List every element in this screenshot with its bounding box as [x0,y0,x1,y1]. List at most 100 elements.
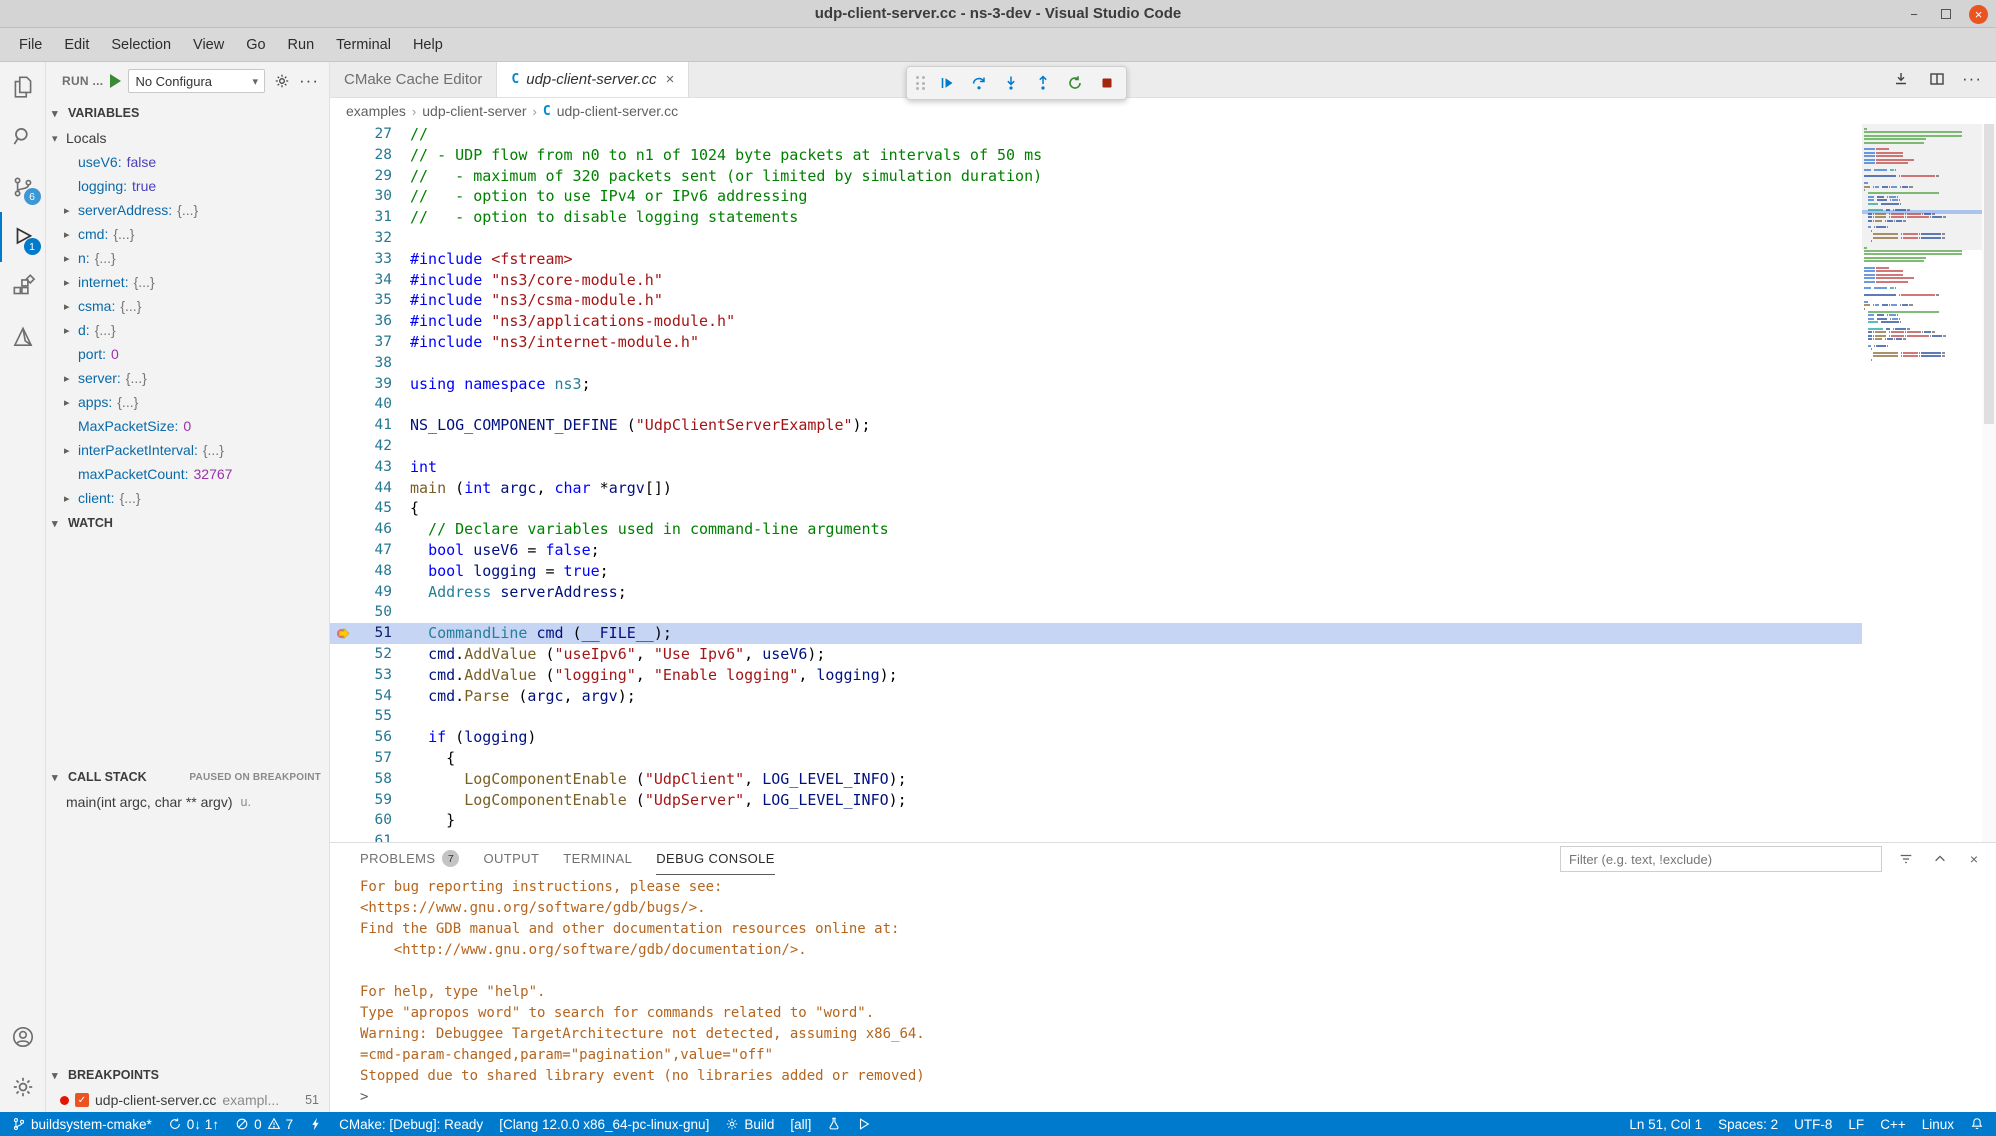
line-number[interactable]: 48 [356,561,392,582]
tab-terminal[interactable]: TERMINAL [563,843,632,875]
cursor-position-item[interactable]: Ln 51, Col 1 [1621,1112,1710,1136]
code-line-52[interactable]: 52 cmd.AddValue ("useIpv6", "Use Ipv6", … [330,644,1862,665]
line-number[interactable]: 53 [356,665,392,686]
glyph-margin[interactable] [330,394,356,415]
code-line-39[interactable]: 39using namespace ns3; [330,374,1862,395]
minimap[interactable] [1862,124,1982,842]
call-stack-section-header[interactable]: ▾ CALL STACK PAUSED ON BREAKPOINT [46,764,329,790]
bolt-item[interactable] [301,1112,331,1136]
line-number[interactable]: 32 [356,228,392,249]
code-line-56[interactable]: 56 if (logging) [330,727,1862,748]
glyph-margin[interactable] [330,644,356,665]
line-number[interactable]: 59 [356,790,392,811]
variable-row[interactable]: ▸n:{...} [46,246,329,270]
code-line-47[interactable]: 47 bool useV6 = false; [330,540,1862,561]
code-line-53[interactable]: 53 cmd.AddValue ("logging", "Enable logg… [330,665,1862,686]
variable-row[interactable]: logging:true [46,174,329,198]
glyph-margin[interactable] [330,769,356,790]
glyph-margin[interactable] [330,332,356,353]
problems-item[interactable]: 0 7 [227,1112,301,1136]
line-number[interactable]: 45 [356,498,392,519]
code-line-41[interactable]: 41NS_LOG_COMPONENT_DEFINE ("UdpClientSer… [330,415,1862,436]
code-line-37[interactable]: 37#include "ns3/internet-module.h" [330,332,1862,353]
menu-go[interactable]: Go [235,28,276,61]
line-number[interactable]: 46 [356,519,392,540]
step-over-button[interactable] [964,69,994,97]
sync-item[interactable]: 0↓ 1↑ [160,1112,227,1136]
line-number[interactable]: 57 [356,748,392,769]
menu-file[interactable]: File [8,28,53,61]
restart-button[interactable] [1060,69,1090,97]
line-number[interactable]: 42 [356,436,392,457]
debug-config-dropdown[interactable]: No Configura ▾ [128,69,265,93]
code-line-51[interactable]: 51 CommandLine cmd (__FILE__); [330,623,1862,644]
glyph-margin[interactable] [330,270,356,291]
maximize-button[interactable] [1937,5,1955,23]
filter-icon[interactable] [1896,849,1916,869]
line-number[interactable]: 49 [356,582,392,603]
variable-row[interactable]: ▸internet:{...} [46,270,329,294]
glyph-margin[interactable] [330,748,356,769]
code-line-60[interactable]: 60 } [330,810,1862,831]
variable-row[interactable]: ▸cmd:{...} [46,222,329,246]
variable-row[interactable]: maxPacketCount:32767 [46,462,329,486]
code-line-58[interactable]: 58 LogComponentEnable ("UdpClient", LOG_… [330,769,1862,790]
menu-edit[interactable]: Edit [53,28,100,61]
glyph-margin[interactable] [330,706,356,727]
code-lines[interactable]: 27//28// - UDP flow from n0 to n1 of 102… [330,124,1862,842]
build-item[interactable]: Build [717,1112,782,1136]
breadcrumb-udp-client-server[interactable]: udp-client-server [422,103,526,119]
code-line-50[interactable]: 50 [330,602,1862,623]
glyph-margin[interactable] [330,166,356,187]
code-line-61[interactable]: 61 [330,831,1862,842]
tab-cmake-cache-editor[interactable]: CMake Cache Editor [330,62,497,97]
code-line-55[interactable]: 55 [330,706,1862,727]
variable-row[interactable]: ▸server:{...} [46,366,329,390]
glyph-margin[interactable] [330,582,356,603]
line-number[interactable]: 27 [356,124,392,145]
code-line-59[interactable]: 59 LogComponentEnable ("UdpServer", LOG_… [330,790,1862,811]
breadcrumb-file[interactable]: udp-client-server.cc [557,103,678,119]
debug-gear-icon[interactable] [272,71,292,91]
split-editor-icon[interactable] [1926,68,1948,90]
glyph-margin[interactable] [330,665,356,686]
glyph-margin[interactable] [330,810,356,831]
code-line-48[interactable]: 48 bool logging = true; [330,561,1862,582]
line-number[interactable]: 38 [356,353,392,374]
editor-scrollbar[interactable] [1982,124,1996,842]
stack-frame-row[interactable]: main(int argc, char ** argv) u. [46,790,329,814]
code-line-32[interactable]: 32 [330,228,1862,249]
variable-row[interactable]: useV6:false [46,150,329,174]
line-number[interactable]: 61 [356,831,392,842]
more-actions-icon[interactable]: ··· [299,71,319,91]
menu-run[interactable]: Run [277,28,326,61]
code-line-28[interactable]: 28// - UDP flow from n0 to n1 of 1024 by… [330,145,1862,166]
glyph-margin[interactable] [330,561,356,582]
code-line-34[interactable]: 34#include "ns3/core-module.h" [330,270,1862,291]
console-prompt[interactable]: > [360,1087,1996,1108]
activity-settings[interactable] [0,1062,46,1112]
glyph-margin[interactable] [330,686,356,707]
line-number[interactable]: 30 [356,186,392,207]
close-tab-icon[interactable]: × [666,71,675,88]
activity-run-debug[interactable]: 1 [0,212,46,262]
tab-output[interactable]: OUTPUT [483,843,539,875]
code-line-43[interactable]: 43int [330,457,1862,478]
activity-source-control[interactable]: 6 [0,162,46,212]
glyph-margin[interactable] [330,374,356,395]
line-number[interactable]: 28 [356,145,392,166]
breakpoint-row[interactable]: ✓ udp-client-server.cc exampl... 51 [46,1088,329,1112]
launch-item[interactable] [849,1112,879,1136]
line-number[interactable]: 31 [356,207,392,228]
code-line-33[interactable]: 33#include <fstream> [330,249,1862,270]
language-mode-item[interactable]: C++ [1872,1112,1914,1136]
glyph-margin[interactable] [330,457,356,478]
code-line-45[interactable]: 45{ [330,498,1862,519]
variables-section-header[interactable]: ▾ VARIABLES [46,100,329,126]
glyph-margin[interactable] [330,478,356,499]
tab-problems[interactable]: PROBLEMS 7 [360,843,459,875]
line-number[interactable]: 33 [356,249,392,270]
step-into-button[interactable] [996,69,1026,97]
code-line-44[interactable]: 44main (int argc, char *argv[]) [330,478,1862,499]
notifications-item[interactable] [1962,1112,1992,1136]
